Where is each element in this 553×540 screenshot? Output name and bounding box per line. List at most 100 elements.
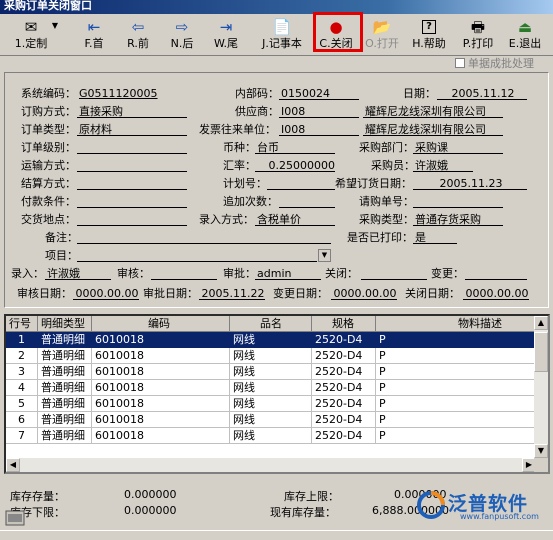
table-row[interactable]: 2 普通明细 6010018 网线 2520-D4 P: [6, 348, 536, 364]
times-field[interactable]: [279, 195, 335, 208]
help-button[interactable]: ? H.帮助: [410, 17, 448, 55]
audit-field[interactable]: [151, 267, 217, 280]
ptype-field[interactable]: 普通存货采购: [413, 213, 503, 226]
customize-button[interactable]: ✉ 1.定制 ▼: [14, 17, 58, 55]
scroll-corner: [534, 458, 548, 472]
table-cell: 普通明细: [38, 364, 92, 380]
req-field[interactable]: [413, 195, 503, 208]
first-button[interactable]: ⇤ F.首: [80, 17, 108, 55]
table-cell: 网线: [230, 396, 312, 412]
scroll-thumb[interactable]: [534, 332, 548, 372]
rate-label: 汇率：: [223, 159, 256, 172]
project-dropdown-button[interactable]: ▼: [318, 249, 331, 262]
close-date-label: 关闭日期：: [405, 287, 460, 300]
vertical-scrollbar[interactable]: ▲ ▼: [534, 316, 548, 458]
scroll-left-icon[interactable]: ◀: [6, 458, 20, 472]
last-button[interactable]: ⇥ W.尾: [212, 17, 240, 55]
project-label: 项目：: [45, 249, 78, 262]
table-cell: 普通明细: [38, 396, 92, 412]
column-header[interactable]: 行号: [6, 316, 38, 332]
settle-field[interactable]: [77, 177, 187, 190]
table-cell: 4: [6, 380, 38, 396]
buyer-field[interactable]: 许淑娥: [413, 159, 473, 172]
approve-date-field[interactable]: 2005.11.22: [199, 287, 265, 300]
bill-type-field[interactable]: 原材料: [77, 123, 187, 136]
next-button[interactable]: ⇨ N.后: [168, 17, 196, 55]
approve-field[interactable]: admin: [255, 267, 321, 280]
change-date-field[interactable]: 0000.00.00: [331, 287, 397, 300]
sys-no-label: 系统编码：: [21, 87, 76, 100]
currency-field[interactable]: 台币: [255, 141, 335, 154]
level-field[interactable]: [77, 141, 187, 154]
approve-date-label: 审批日期：: [143, 287, 198, 300]
notepad-icon: 📄: [272, 18, 292, 36]
table-row[interactable]: 5 普通明细 6010018 网线 2520-D4 P: [6, 396, 536, 412]
scroll-up-icon[interactable]: ▲: [534, 316, 548, 330]
audit-label: 审核：: [117, 267, 150, 280]
column-header[interactable]: 品名: [230, 316, 312, 332]
checkbox-box[interactable]: [455, 58, 465, 68]
order-type-field[interactable]: 直接采购: [77, 105, 187, 118]
transport-field[interactable]: [77, 159, 187, 172]
batch-process-checkbox[interactable]: 单据成批处理: [455, 55, 534, 70]
table-cell: 网线: [230, 380, 312, 396]
table-cell: P: [376, 428, 536, 444]
entry-field[interactable]: 含税单价: [255, 213, 335, 226]
table-cell: 2: [6, 348, 38, 364]
supplier-code-field[interactable]: I008: [279, 105, 359, 118]
table-cell: 普通明细: [38, 348, 92, 364]
project-field[interactable]: [77, 249, 317, 262]
sys-no-field[interactable]: G0511120005: [77, 87, 187, 100]
scroll-down-icon[interactable]: ▼: [534, 444, 548, 458]
notepad-button[interactable]: 📄 J.记事本: [258, 17, 306, 55]
table-cell: 6: [6, 412, 38, 428]
table-row[interactable]: 6 普通明细 6010018 网线 2520-D4 P: [6, 412, 536, 428]
exit-button[interactable]: ⏏ E.退出: [506, 17, 544, 55]
order-type-label: 订购方式：: [21, 105, 76, 118]
column-header[interactable]: 规格: [312, 316, 376, 332]
table-row[interactable]: 1 普通明细 6010018 网线 2520-D4 P: [6, 332, 536, 348]
input-by-field[interactable]: 许淑娥: [45, 267, 111, 280]
table-row[interactable]: 4 普通明细 6010018 网线 2520-D4 P: [6, 380, 536, 396]
app-icon[interactable]: [5, 509, 25, 527]
upper-label: 库存上限：: [284, 490, 339, 503]
table-cell: 网线: [230, 412, 312, 428]
printed-label: 是否已打印：: [347, 231, 413, 244]
prev-button[interactable]: ⇦ R.前: [124, 17, 152, 55]
arrow-left-icon: ⇦: [131, 18, 145, 36]
plan-field[interactable]: [267, 177, 335, 190]
table-cell: 普通明细: [38, 332, 92, 348]
hope-date-field[interactable]: 2005.11.23: [413, 177, 527, 190]
change-field[interactable]: [465, 267, 527, 280]
plan-label: 计划号：: [223, 177, 267, 190]
horizontal-scrollbar[interactable]: ◀ ▶: [6, 458, 536, 472]
table-cell: 普通明细: [38, 428, 92, 444]
invoice-unit-code-field[interactable]: I008: [279, 123, 359, 136]
inner-no-field[interactable]: 0150024: [279, 87, 359, 100]
entry-label: 录入方式：: [199, 213, 254, 226]
pay-field[interactable]: [77, 195, 187, 208]
close-field[interactable]: [361, 267, 427, 280]
note-field[interactable]: [77, 231, 331, 244]
date-field[interactable]: 2005.11.12: [437, 87, 527, 100]
table-cell: 普通明细: [38, 412, 92, 428]
dropdown-arrow-icon[interactable]: ▼: [52, 21, 58, 30]
table-cell: 网线: [230, 332, 312, 348]
column-header[interactable]: 明细类型: [38, 316, 92, 332]
table-row[interactable]: 7 普通明细 6010018 网线 2520-D4 P: [6, 428, 536, 444]
column-header[interactable]: 物料描述: [376, 316, 536, 332]
audit-date-field[interactable]: 0000.00.00: [73, 287, 139, 300]
dept-field[interactable]: 采购课: [413, 141, 503, 154]
rate-field[interactable]: 0.25000000: [255, 159, 335, 172]
print-button[interactable]: 🖶 P.打印: [458, 17, 498, 55]
table-cell: 6010018: [92, 348, 230, 364]
open-order-button[interactable]: 📂 O.打开: [364, 17, 400, 55]
close-date-field[interactable]: 0000.00.00: [463, 287, 529, 300]
deliver-field[interactable]: [77, 213, 187, 226]
date-label: 日期：: [403, 87, 436, 100]
deliver-label: 交货地点：: [21, 213, 76, 226]
table-cell: P: [376, 380, 536, 396]
printed-field[interactable]: 是: [413, 231, 457, 244]
table-row[interactable]: 3 普通明细 6010018 网线 2520-D4 P: [6, 364, 536, 380]
column-header[interactable]: 编码: [92, 316, 230, 332]
